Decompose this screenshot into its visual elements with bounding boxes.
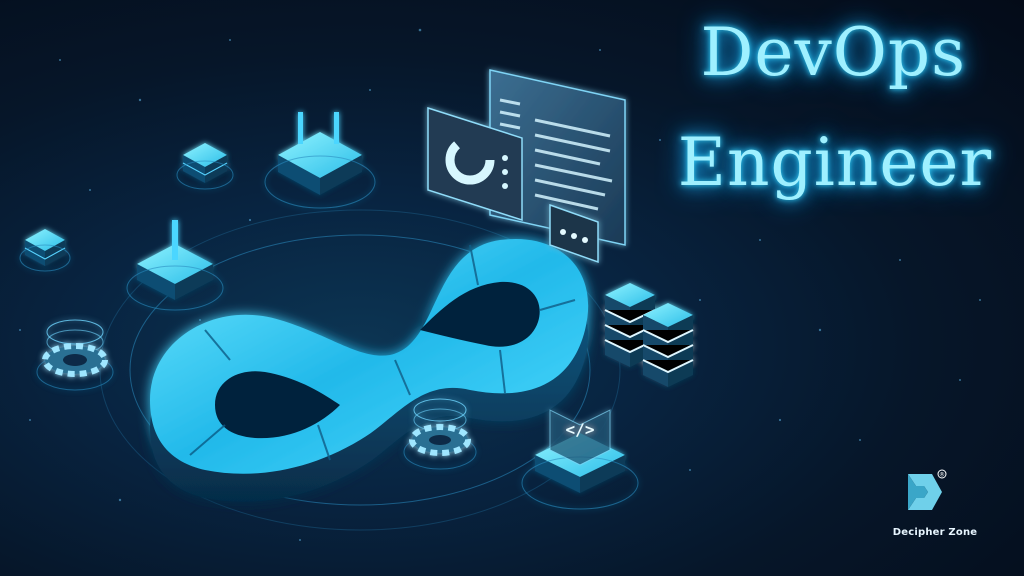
title-line-1: DevOps <box>700 14 966 91</box>
svg-text:</>: </> <box>566 420 595 439</box>
data-block-icon <box>19 143 234 272</box>
dashboard-window-icon <box>427 69 626 246</box>
devops-banner: </> DevOps Engineer ® Decipher Zone <box>0 0 1024 576</box>
code-tag-icon: </> <box>521 409 639 510</box>
server-stack-icon <box>604 283 694 387</box>
title-line-2: Engineer <box>677 124 992 201</box>
infinity-loop <box>150 238 589 502</box>
brand-name: Decipher Zone <box>892 527 978 538</box>
brand-logo: ® <box>908 469 947 510</box>
registered-mark: ® <box>939 472 945 479</box>
